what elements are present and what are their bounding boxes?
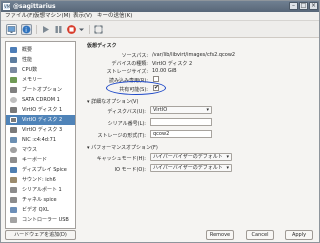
keyboard-icon	[10, 157, 17, 163]
cdrom-icon	[10, 97, 17, 103]
advanced-options-title: 詳細なオプション(V)	[91, 99, 139, 105]
annotation-ellipse	[106, 81, 166, 95]
mouse-icon	[10, 147, 17, 153]
info-icon[interactable]: i	[21, 24, 32, 35]
remove-button[interactable]: Remove	[206, 230, 234, 240]
sidebar-item-overview[interactable]: 概要	[6, 45, 75, 55]
toolbar-separator	[36, 25, 37, 34]
hardware-list: 概要 性能 CPU数 メモリー ブートオプション SATA CDROM 1 Vi…	[5, 41, 76, 229]
fullscreen-icon[interactable]	[93, 24, 104, 35]
maximize-button[interactable]: □	[299, 2, 308, 10]
sidebar-item-cpu[interactable]: CPU数	[6, 65, 75, 75]
sidebar-item-display[interactable]: ディスプレイ Spice	[6, 165, 75, 175]
sidebar-item-video[interactable]: ビデオ QXL	[6, 205, 75, 215]
storage-size-value: 10.00 GiB	[152, 68, 177, 74]
sidebar-item-boot[interactable]: ブートオプション	[6, 85, 75, 95]
serial-number-label: シリアル番号(L):	[107, 121, 146, 127]
disk-bus-value: VirtIO	[153, 107, 168, 113]
sidebar-item-cdrom[interactable]: SATA CDROM 1	[6, 95, 75, 105]
sidebar-item-performance[interactable]: 性能	[6, 55, 75, 65]
dropdown-icon[interactable]	[78, 24, 85, 35]
source-path-label: ソースパス:	[121, 53, 148, 59]
sidebar-item-serial[interactable]: シリアルポート 1	[6, 185, 75, 195]
chevron-down-icon: ▾	[226, 165, 229, 171]
stop-icon[interactable]	[66, 24, 77, 35]
cache-mode-select[interactable]: ハイパーバイザーのデフォルト ▾	[150, 153, 232, 161]
menu-send-key[interactable]: キーの送信(K)	[97, 13, 132, 20]
memory-icon	[10, 77, 17, 83]
sidebar-item-virtio-disk-3[interactable]: VirtIO ディスク 3	[6, 125, 75, 135]
io-mode-select[interactable]: ハイパーバイザーのデフォルト ▾	[150, 164, 232, 172]
title-bar: VM @sagittarius – □ ×	[1, 1, 319, 12]
menu-file[interactable]: ファイル(F)	[5, 13, 34, 20]
io-mode-label: IO モード(O):	[114, 167, 146, 173]
cancel-button[interactable]: Cancel	[246, 230, 274, 240]
boot-icon	[10, 87, 17, 93]
monitor-icon[interactable]	[6, 24, 17, 35]
disk-icon	[10, 117, 17, 123]
cache-mode-label: キャッシュモード(H):	[96, 156, 146, 162]
sidebar-item-virtio-disk-1[interactable]: VirtIO ディスク 1	[6, 105, 75, 115]
menu-bar: ファイル(F) 仮想マシン(M) 表示(V) キーの送信(K)	[1, 12, 319, 21]
virtual-disk-section-title: 仮想ディスク	[87, 43, 117, 49]
minimize-button[interactable]: –	[289, 2, 298, 10]
menu-virtual-machine[interactable]: 仮想マシン(M)	[34, 13, 71, 20]
source-path-value: /var/lib/libvirt/images/cfs2.qcow2	[152, 52, 236, 58]
toolbar-separator	[89, 25, 90, 34]
cache-mode-value: ハイパーバイザーのデフォルト	[153, 154, 223, 160]
device-type-label: デバイスの種類:	[111, 61, 148, 67]
pause-icon[interactable]	[53, 24, 64, 35]
add-hardware-button[interactable]: ハードウェアを追加(D)	[5, 230, 76, 240]
toolbar: i	[1, 21, 319, 38]
menu-view[interactable]: 表示(V)	[73, 13, 92, 20]
sidebar-item-sound[interactable]: サウンド: ich6	[6, 175, 75, 185]
channel-icon	[10, 197, 17, 203]
device-type-value: VirtIO ディスク 2	[152, 61, 193, 67]
play-icon[interactable]	[40, 24, 51, 35]
sidebar-item-nic[interactable]: NIC :c4:4d:71	[6, 135, 75, 145]
chevron-down-icon: ▾	[206, 107, 209, 113]
sidebar-item-controller[interactable]: コントローラー USB	[6, 215, 75, 225]
display-icon	[10, 167, 17, 173]
sidebar-item-channel[interactable]: チャネル spice	[6, 195, 75, 205]
controller-icon	[10, 217, 17, 223]
sidebar-item-mouse[interactable]: マウス	[6, 145, 75, 155]
storage-format-label: ストレージの形式(T):	[97, 133, 146, 139]
disk-details-panel: 仮想ディスク ソースパス: /var/lib/libvirt/images/cf…	[83, 41, 315, 225]
storage-format-input[interactable]: qcow2	[150, 130, 212, 138]
disk-icon	[10, 107, 17, 113]
advanced-options-expander[interactable]: ▾ 詳細なオプション(V)	[87, 98, 138, 105]
performance-options-expander[interactable]: ▾ パフォーマンスオプション(F)	[87, 144, 158, 151]
storage-size-label: ストレージサイズ:	[106, 69, 148, 75]
window-title: @sagittarius	[13, 3, 56, 10]
app-icon: VM	[3, 3, 11, 10]
readonly-checkbox[interactable]	[153, 76, 159, 82]
cpu-icon	[10, 67, 17, 73]
vm-details-window: VM @sagittarius – □ × ファイル(F) 仮想マシン(M) 表…	[0, 0, 320, 243]
sidebar-item-virtio-disk-2[interactable]: VirtIO ディスク 2	[6, 115, 75, 125]
close-button[interactable]: ×	[309, 2, 318, 10]
overview-icon	[10, 47, 17, 53]
serial-number-input[interactable]	[150, 118, 212, 126]
nic-icon	[10, 137, 17, 143]
video-icon	[10, 207, 17, 213]
sidebar-item-keyboard[interactable]: キーボード	[6, 155, 75, 165]
performance-options-title: パフォーマンスオプション(F)	[91, 145, 158, 151]
disk-bus-select[interactable]: VirtIO ▾	[150, 106, 212, 114]
sound-icon	[10, 177, 17, 183]
performance-icon	[10, 57, 17, 63]
io-mode-value: ハイパーバイザーのデフォルト	[153, 165, 223, 171]
sidebar-item-memory[interactable]: メモリー	[6, 75, 75, 85]
chevron-down-icon: ▾	[226, 154, 229, 160]
serial-icon	[10, 187, 17, 193]
disk-bus-label: ディスクバス(U):	[107, 109, 146, 115]
disk-icon	[10, 127, 17, 133]
apply-button[interactable]: Apply	[285, 230, 313, 240]
